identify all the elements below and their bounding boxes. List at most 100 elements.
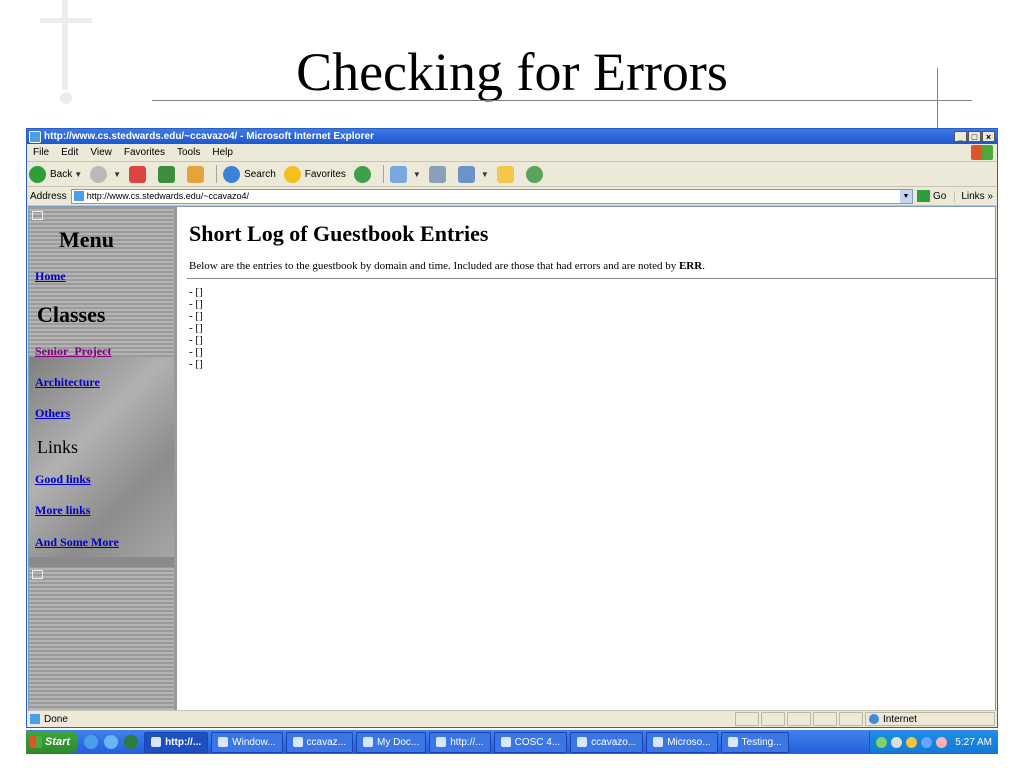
ie-quicklaunch-icon[interactable] xyxy=(84,735,99,749)
taskbar-item[interactable]: My Doc... xyxy=(356,731,427,753)
taskbar-item-label: My Doc... xyxy=(377,736,420,748)
close-button[interactable]: × xyxy=(982,131,995,142)
globe-icon xyxy=(869,714,879,724)
home-icon xyxy=(187,165,205,183)
guestbook-entry: - [] xyxy=(189,346,203,358)
history-button[interactable] xyxy=(353,165,375,183)
favorites-star-icon xyxy=(283,165,301,183)
taskbar-item-label: Window... xyxy=(232,736,276,748)
forward-button[interactable]: ▼ xyxy=(90,165,121,183)
address-url: http://www.cs.stedwards.edu/~ccavazo4/ xyxy=(86,191,250,201)
status-cell xyxy=(839,712,863,726)
windows-flag-icon xyxy=(30,736,42,748)
window-title: http://www.cs.stedwards.edu/~ccavazo4/ -… xyxy=(44,131,374,142)
menu-bar: File Edit View Favorites Tools Help xyxy=(27,144,997,162)
taskbar-item-label: ccavazo... xyxy=(591,736,637,748)
back-dropdown-icon[interactable]: ▼ xyxy=(74,170,82,179)
taskbar-item[interactable]: Testing... xyxy=(720,731,789,753)
media-player-icon xyxy=(218,737,229,747)
menu-tools[interactable]: Tools xyxy=(171,147,206,158)
slide-title-rule xyxy=(152,100,972,101)
messenger-button[interactable] xyxy=(525,165,547,183)
intro-text: Below are the entries to the guestbook b… xyxy=(189,260,679,272)
taskbar-item[interactable]: COSC 4... xyxy=(493,731,568,753)
edit-dropdown-icon[interactable]: ▼ xyxy=(481,170,489,179)
clock[interactable]: 5:27 AM xyxy=(955,737,992,748)
network-icon xyxy=(292,737,303,747)
taskbar-item[interactable]: ccavazo... xyxy=(570,731,644,753)
nav-link-architecture[interactable]: Architecture xyxy=(35,375,100,390)
stop-button[interactable] xyxy=(129,165,150,183)
forward-dropdown-icon[interactable]: ▼ xyxy=(113,170,121,179)
address-dropdown-icon[interactable]: ▼ xyxy=(899,189,912,203)
menu-view[interactable]: View xyxy=(84,147,118,158)
folder-icon xyxy=(363,737,373,747)
refresh-button[interactable] xyxy=(158,165,179,183)
print-button[interactable] xyxy=(428,165,450,183)
taskbar-item[interactable]: http://... xyxy=(429,731,491,753)
back-label: Back xyxy=(50,168,73,180)
back-button[interactable]: Back ▼ xyxy=(29,165,82,183)
taskbar-item-label: http://... xyxy=(165,736,202,748)
tray-icon[interactable] xyxy=(891,736,903,748)
edit-button[interactable]: ▼ xyxy=(457,165,489,183)
minimize-button[interactable]: _ xyxy=(954,131,967,142)
menu-help[interactable]: Help xyxy=(206,147,239,158)
page-heading: Short Log of Guestbook Entries xyxy=(189,221,489,246)
page-content: Menu Home Classes Senior_Project Archite… xyxy=(28,206,997,711)
taskbar-item-label: Testing... xyxy=(741,736,782,748)
menu-file[interactable]: File xyxy=(27,147,55,158)
taskbar-item[interactable]: http://... xyxy=(144,731,209,753)
taskbar: Start http://... Window... ccavaz... My … xyxy=(26,730,998,754)
nav-link-more-links[interactable]: More links xyxy=(35,503,90,518)
outlook-quicklaunch-icon[interactable] xyxy=(104,735,119,749)
favorites-button[interactable]: Favorites xyxy=(283,165,346,183)
tray-icon[interactable] xyxy=(936,736,948,748)
taskbar-item[interactable]: Window... xyxy=(211,731,283,753)
folder-icon xyxy=(496,165,514,183)
address-bar: Address http://www.cs.stedwards.edu/~cca… xyxy=(27,187,997,206)
start-button[interactable]: Start xyxy=(26,731,79,753)
mail-button[interactable]: ▼ xyxy=(389,165,421,183)
taskbar-item[interactable]: ccavaz... xyxy=(285,731,353,753)
nav-link-and-some-more[interactable]: And Some More xyxy=(35,535,119,550)
address-input[interactable]: http://www.cs.stedwards.edu/~ccavazo4/ ▼ xyxy=(70,188,913,204)
title-bar[interactable]: http://www.cs.stedwards.edu/~ccavazo4/ -… xyxy=(27,129,997,144)
guestbook-entry: - [] xyxy=(189,286,203,298)
menu-favorites[interactable]: Favorites xyxy=(118,147,171,158)
links-button[interactable]: Links » xyxy=(954,190,997,202)
divider xyxy=(187,278,997,279)
nav-link-others[interactable]: Others xyxy=(35,406,70,421)
taskbar-item-label: http://... xyxy=(450,736,484,748)
search-label: Search xyxy=(244,168,276,180)
menu-heading: Menu xyxy=(59,227,114,252)
home-button[interactable] xyxy=(187,165,208,183)
maximize-button[interactable]: □ xyxy=(968,131,981,142)
tray-icon[interactable] xyxy=(876,736,888,748)
folder-button[interactable] xyxy=(496,165,518,183)
search-button[interactable]: Search xyxy=(223,165,276,183)
mail-dropdown-icon[interactable]: ▼ xyxy=(413,170,421,179)
tray-icon[interactable] xyxy=(921,736,933,748)
nav-link-senior-project[interactable]: Senior_Project xyxy=(35,344,111,359)
menu-edit[interactable]: Edit xyxy=(55,147,84,158)
go-label: Go xyxy=(932,190,947,202)
status-cell xyxy=(761,712,785,726)
taskbar-item-label: Microso... xyxy=(667,736,711,748)
frame-texture-bottom xyxy=(29,567,174,710)
security-zone[interactable]: Internet xyxy=(865,712,995,726)
standard-toolbar: Back ▼ ▼ Search Favorites ▼ ▼ xyxy=(27,162,997,187)
ie-icon xyxy=(151,737,162,747)
status-bar: Done Internet xyxy=(27,710,997,727)
status-page-icon xyxy=(30,714,40,724)
go-button[interactable]: Go xyxy=(916,190,947,202)
system-tray: 5:27 AM xyxy=(869,731,998,753)
address-label: Address xyxy=(30,190,67,202)
taskbar-item[interactable]: Microso... xyxy=(646,731,718,753)
media-player-quicklaunch-icon[interactable] xyxy=(124,735,139,749)
taskbar-item-label: ccavaz... xyxy=(306,736,346,748)
nav-link-good-links[interactable]: Good links xyxy=(35,472,91,487)
status-text: Done xyxy=(44,713,68,725)
tray-icon[interactable] xyxy=(906,736,918,748)
nav-link-home[interactable]: Home xyxy=(35,269,66,284)
